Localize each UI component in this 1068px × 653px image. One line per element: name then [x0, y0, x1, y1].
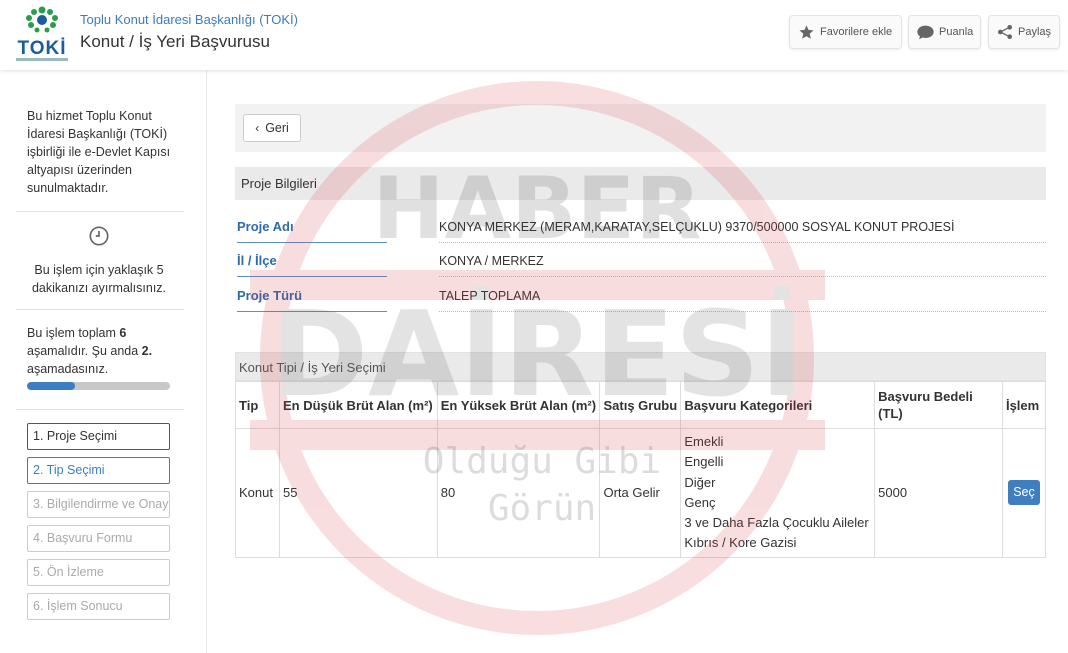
project-type-row: Proje Türü TALEP TOPLAMA [235, 280, 1046, 312]
project-type-label: Proje Türü [237, 280, 387, 312]
org-name-link[interactable]: Toplu Konut İdaresi Başkanlığı (TOKİ) [80, 12, 298, 27]
category-item: Engelli [684, 454, 724, 470]
category-item: Emekli [684, 434, 724, 449]
max-area-cell: 80 [436, 428, 601, 558]
housing-type-heading: Konut Tipi / İş Yeri Seçimi [235, 352, 1046, 381]
city-value: KONYA / MERKEZ [439, 245, 1046, 277]
sidebar-divider [16, 309, 184, 310]
category-item: Genç [684, 494, 716, 510]
star-icon [799, 25, 814, 39]
page-title: Konut / İş Yeri Başvurusu [80, 32, 270, 51]
project-info-heading: Proje Bilgileri [235, 167, 1046, 200]
header: TOKİ Toplu Konut İdaresi Başkanlığı (TOK… [0, 0, 1068, 70]
favorite-label: Favorilere ekle [820, 26, 893, 38]
sidebar-divider [16, 211, 184, 212]
back-button[interactable]: ‹ Geri [243, 114, 301, 142]
progress-bar-fill [27, 382, 75, 390]
steps-info-text: Bu işlem toplam 6 aşamalıdır. Şu anda 2.… [27, 326, 153, 376]
project-name-value: KONYA MERKEZ (MERAM,KARATAY,SELÇUKLU) 93… [439, 211, 1046, 243]
progress-bar [27, 382, 170, 390]
project-name-label: Proje Adı [237, 211, 387, 243]
rate-button[interactable]: Puanla [908, 15, 981, 49]
project-name-row: Proje Adı KONYA MERKEZ (MERAM,KARATAY,SE… [235, 211, 1046, 243]
logo-tree-icon [26, 6, 58, 33]
action-cell: Seç [1001, 428, 1047, 558]
table-row: Konut 55 80 Orta Gelir Emekli Engelli Di… [235, 428, 1047, 558]
share-button[interactable]: Paylaş [988, 15, 1060, 49]
toki-logo[interactable]: TOKİ [14, 4, 70, 62]
column-header: En Düşük Brüt Alan (m²) [278, 381, 438, 429]
select-button[interactable]: Seç [1007, 480, 1040, 506]
column-header: Tip [235, 381, 280, 429]
fee-cell: 5000 [874, 428, 1003, 558]
column-header: En Yüksek Brüt Alan (m²) [436, 381, 601, 429]
step-information-approval: 3. Bilgilendirme ve Onay [27, 491, 170, 518]
service-info-text: Bu hizmet Toplu Konut İdaresi Başkanlığı… [27, 109, 171, 195]
column-header: İşlem [1001, 381, 1047, 429]
clock-icon [89, 226, 109, 246]
step-preview: 5. Ön İzleme [27, 559, 170, 586]
table-header-row: Tip En Düşük Brüt Alan (m²) En Yüksek Br… [235, 381, 1047, 429]
city-row: İl / İlçe KONYA / MERKEZ [235, 245, 1046, 277]
category-item: Kıbrıs / Kore Gazisi [684, 535, 797, 551]
share-icon [998, 25, 1012, 39]
sidebar-divider [16, 409, 184, 410]
speech-bubble-icon [917, 25, 934, 39]
city-label: İl / İlçe [237, 245, 387, 277]
sales-group-cell: Orta Gelir [599, 428, 682, 558]
logo-text: TOKİ [17, 38, 67, 59]
main-content: ‹ Geri Proje Bilgileri Proje Adı KONYA M… [207, 70, 1068, 653]
column-header: Başvuru Kategorileri [680, 381, 876, 429]
type-cell: Konut [235, 428, 280, 558]
time-estimate-text: Bu işlem için yaklaşık 5 dakikanızı ayır… [31, 263, 167, 295]
categories-cell: Emekli Engelli Diğer Genç 3 ve Daha Fazl… [680, 428, 876, 558]
housing-type-table: Tip En Düşük Brüt Alan (m²) En Yüksek Br… [235, 381, 1047, 558]
logo-subtitle-bar [16, 58, 68, 61]
step-application-form: 4. Başvuru Formu [27, 525, 170, 552]
rate-label: Puanla [939, 26, 974, 38]
category-item: Diğer [684, 474, 716, 490]
housing-type-section: Konut Tipi / İş Yeri Seçimi Tip En Düşük… [235, 352, 1047, 558]
sidebar: Bu hizmet Toplu Konut İdaresi Başkanlığı… [0, 70, 207, 653]
chevron-left-icon: ‹ [255, 121, 260, 135]
project-type-value: TALEP TOPLAMA [439, 280, 1046, 312]
column-header: Satış Grubu [599, 381, 682, 429]
step-project-selection[interactable]: 1. Proje Seçimi [27, 423, 170, 450]
share-label: Paylaş [1018, 26, 1052, 38]
favorite-button[interactable]: Favorilere ekle [789, 15, 902, 49]
step-result: 6. İşlem Sonucu [27, 593, 170, 620]
back-label: Geri [265, 121, 289, 135]
back-bar: ‹ Geri [235, 104, 1046, 152]
step-type-selection[interactable]: 2. Tip Seçimi [27, 457, 170, 484]
column-header: Başvuru Bedeli (TL) [874, 381, 1003, 429]
min-area-cell: 55 [278, 428, 438, 558]
category-item: 3 ve Daha Fazla Çocuklu Aileler [684, 515, 869, 531]
